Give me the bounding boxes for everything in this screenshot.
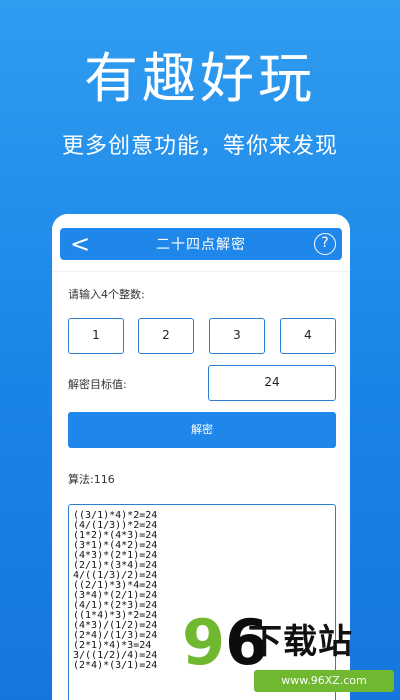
solve-button[interactable]: 解密 [68,412,336,448]
app-bar: < 二十四点解密 ? [52,214,350,272]
numbers-prompt: 请输入4个整数: [68,288,145,301]
algorithm-count: 算法:116 [68,473,115,486]
page-title: 二十四点解密 [156,237,246,253]
watermark-text: 下载站 [248,622,353,662]
target-label: 解密目标值: [68,378,127,391]
number-input-3[interactable]: 3 [209,318,265,354]
site-watermark-logo: 96 下载站 www.96XZ.com [182,608,400,700]
promo-headline: 有趣好玩 [84,47,316,110]
help-icon[interactable]: ? [314,233,336,255]
number-input-2[interactable]: 2 [138,318,194,354]
target-value-input[interactable]: 24 [208,365,336,401]
number-input-4[interactable]: 4 [280,318,336,354]
watermark-digit-9: 9 [182,606,226,679]
number-inputs-row: 1 2 3 4 [68,318,336,354]
app-bar-inner: < 二十四点解密 ? [60,228,342,260]
watermark-url: www.96XZ.com [254,670,394,692]
promo-subline: 更多创意功能，等你来发现 [61,134,338,159]
number-input-1[interactable]: 1 [68,318,124,354]
